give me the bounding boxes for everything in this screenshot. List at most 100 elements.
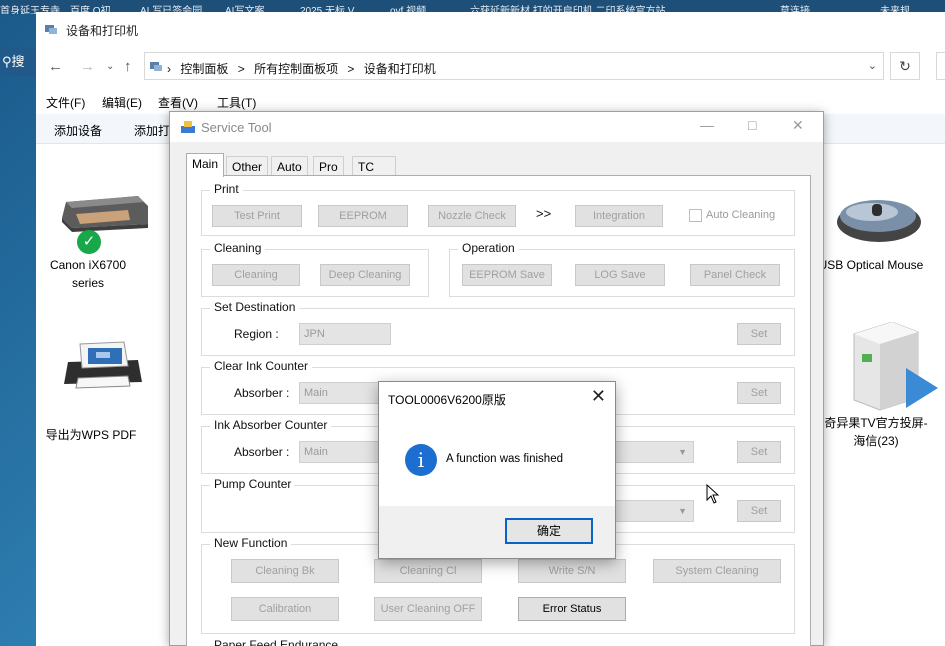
message-dialog: TOOL0006V6200原版 ✕ i A function was finis… [378, 381, 616, 559]
device-label: Canon iX6700 series [49, 258, 127, 290]
default-check-icon: ✓ [77, 230, 101, 254]
log-save-button[interactable]: LOG Save [575, 264, 665, 286]
operation-group: Operation EEPROM Save LOG Save Panel Che… [449, 241, 795, 297]
tab-main[interactable]: Main [186, 153, 225, 177]
explorer-titlebar: 设备和打印机 [36, 12, 945, 46]
close-icon[interactable]: ✕ [792, 117, 804, 134]
group-title: Operation [458, 241, 519, 255]
refresh-button[interactable]: ↻ [890, 52, 920, 80]
service-tool-app-icon [181, 121, 195, 133]
group-title: Paper Feed Endurance [210, 638, 343, 646]
search-icon: ⚲ [2, 54, 12, 69]
test-print-button[interactable]: Test Print [212, 205, 302, 227]
set-destination-button[interactable]: Set [737, 323, 781, 345]
breadcrumb-separator: › [167, 62, 171, 76]
panel-check-button[interactable]: Panel Check [690, 264, 780, 286]
system-cleaning-button[interactable]: System Cleaning [653, 559, 781, 583]
menu-bar: 文件(F) 编辑(E) 查看(V) 工具(T) [36, 92, 945, 112]
menu-tools[interactable]: 工具(T) [217, 94, 256, 111]
service-tool-window: Service Tool — □ ✕ Main Other Auto Pro T… [169, 111, 824, 646]
user-cleaning-off-button[interactable]: User Cleaning OFF [374, 597, 482, 621]
service-tool-title: Service Tool [201, 120, 272, 135]
auto-cleaning-checkbox[interactable] [689, 209, 702, 222]
device-media-renderer[interactable]: 奇异果TV官方投屏-海信(23) [820, 322, 940, 454]
clear-ink-set-button[interactable]: Set [737, 382, 781, 404]
deep-cleaning-button[interactable]: Deep Cleaning [320, 264, 410, 286]
tab-other[interactable]: Other [226, 156, 269, 176]
device-canon-printer[interactable]: ✓ Canon iX6700 series [36, 186, 156, 306]
auto-cleaning-label: Auto Cleaning [706, 209, 776, 221]
search-box[interactable] [936, 52, 945, 80]
address-bar-row: ← → ⌄ ↑ › 控制面板 > 所有控制面板项 > 设备和打印机 ⌄ ↻ [36, 46, 945, 86]
device-wps-pdf[interactable]: 导出为WPS PDF [36, 338, 156, 448]
pdf-printer-icon [64, 341, 142, 389]
cleaning-group: Cleaning Cleaning Deep Cleaning [201, 241, 429, 297]
maximize-icon[interactable]: □ [748, 117, 756, 133]
add-printer-button[interactable]: 添加打 [134, 122, 170, 139]
pump-counter-set-button[interactable]: Set [737, 500, 781, 522]
mouse-cursor-icon [706, 484, 720, 504]
group-title: Pump Counter [210, 477, 296, 491]
more-arrows: >> [536, 206, 552, 221]
breadcrumb-separator: > [237, 62, 245, 76]
device-usb-mouse[interactable]: USB Optical Mouse [816, 192, 936, 302]
close-icon[interactable]: ✕ [591, 386, 606, 407]
print-group: Print Test Print EEPROM Nozzle Check >> … [201, 182, 795, 236]
error-status-button[interactable]: Error Status [518, 597, 626, 621]
group-title: Clear Ink Counter [210, 359, 313, 373]
group-title: New Function [210, 536, 292, 550]
ok-button[interactable]: 确定 [505, 518, 593, 544]
forward-arrow-icon[interactable]: → [80, 58, 95, 75]
region-label: Region : [234, 327, 279, 341]
device-label: 奇异果TV官方投屏-海信(23) [824, 416, 928, 448]
dialog-title: TOOL0006V6200原版 [388, 393, 506, 407]
eeprom-button[interactable]: EEPROM [318, 205, 408, 227]
group-title: Ink Absorber Counter [210, 418, 332, 432]
cleaning-cl-button[interactable]: Cleaning Cl [374, 559, 482, 583]
nozzle-check-button[interactable]: Nozzle Check [428, 205, 516, 227]
tab-pro[interactable]: Pro [313, 156, 344, 176]
device-label: 导出为WPS PDF [45, 428, 137, 442]
breadcrumb-item[interactable]: 设备和打印机 [364, 62, 436, 76]
menu-edit[interactable]: 编辑(E) [102, 94, 142, 111]
cleaning-button[interactable]: Cleaning [212, 264, 300, 286]
breadcrumb-item[interactable]: 所有控制面板项 [254, 62, 338, 76]
menu-view[interactable]: 查看(V) [158, 94, 198, 111]
breadcrumb-item[interactable]: 控制面板 [180, 62, 228, 76]
region-select[interactable]: JPN [299, 323, 391, 345]
dialog-footer: 确定 [379, 506, 615, 558]
desktop-search-fragment[interactable]: ⚲搜索 [0, 48, 36, 76]
back-arrow-icon[interactable]: ← [48, 58, 63, 75]
recent-chevron-icon[interactable]: ⌄ [106, 61, 114, 72]
group-title: Cleaning [210, 241, 266, 255]
calibration-button[interactable]: Calibration [231, 597, 339, 621]
cleaning-bk-button[interactable]: Cleaning Bk [231, 559, 339, 583]
tab-auto[interactable]: Auto [271, 156, 308, 176]
absorber-label: Absorber : [234, 445, 290, 459]
explorer-title: 设备和打印机 [66, 24, 139, 38]
tab-tc[interactable]: TC [352, 156, 396, 176]
chevron-down-icon: ▼ [678, 506, 687, 516]
minimize-icon[interactable]: — [700, 117, 714, 133]
chevron-down-icon[interactable]: ⌄ [868, 59, 877, 72]
device-label: USB Optical Mouse [818, 258, 924, 272]
set-destination-group: Set Destination Region : JPN Set [201, 300, 795, 356]
refresh-icon: ↻ [899, 58, 911, 74]
eeprom-save-button[interactable]: EEPROM Save [462, 264, 552, 286]
breadcrumb-separator: > [347, 62, 355, 76]
address-bar[interactable]: › 控制面板 > 所有控制面板项 > 设备和打印机 ⌄ [144, 52, 884, 80]
up-arrow-icon[interactable]: ↑ [124, 58, 132, 75]
breadcrumb: › 控制面板 > 所有控制面板项 > 设备和打印机 [167, 60, 442, 77]
info-icon: i [405, 444, 437, 476]
media-device-icon [853, 322, 938, 411]
menu-file[interactable]: 文件(F) [46, 94, 85, 111]
dialog-message: A function was finished [446, 453, 563, 465]
mouse-icon [837, 200, 921, 242]
chevron-down-icon: ▼ [678, 447, 687, 457]
group-title: Set Destination [210, 300, 300, 314]
integration-button[interactable]: Integration [575, 205, 663, 227]
add-device-button[interactable]: 添加设备 [54, 122, 102, 139]
ink-absorber-set-button[interactable]: Set [737, 441, 781, 463]
write-sn-button[interactable]: Write S/N [518, 559, 626, 583]
group-title: Print [210, 182, 243, 196]
